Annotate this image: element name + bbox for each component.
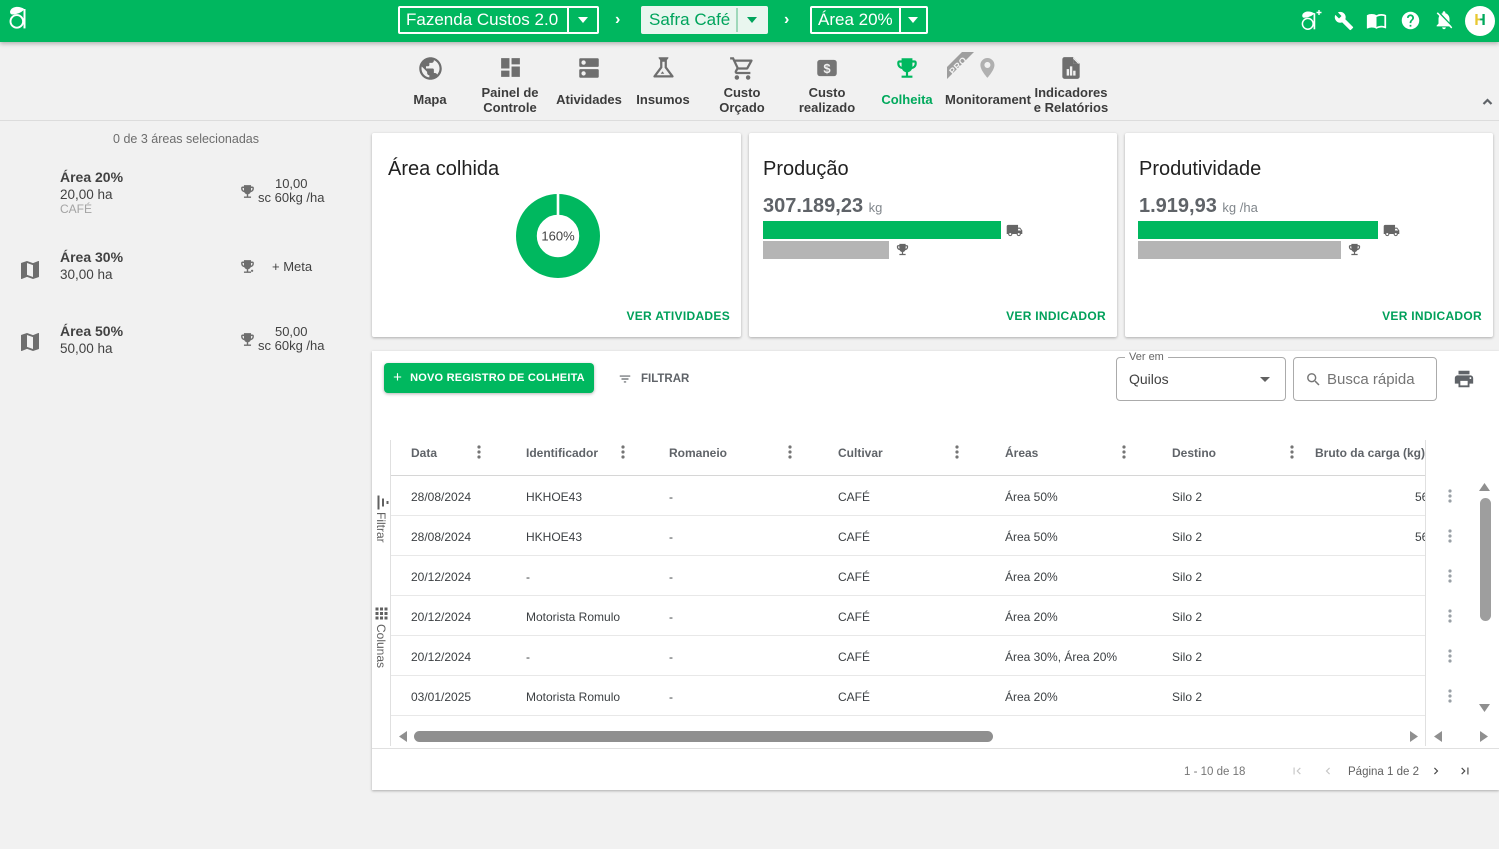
- svg-text:160%: 160%: [541, 229, 575, 244]
- svg-text:$: $: [823, 61, 831, 76]
